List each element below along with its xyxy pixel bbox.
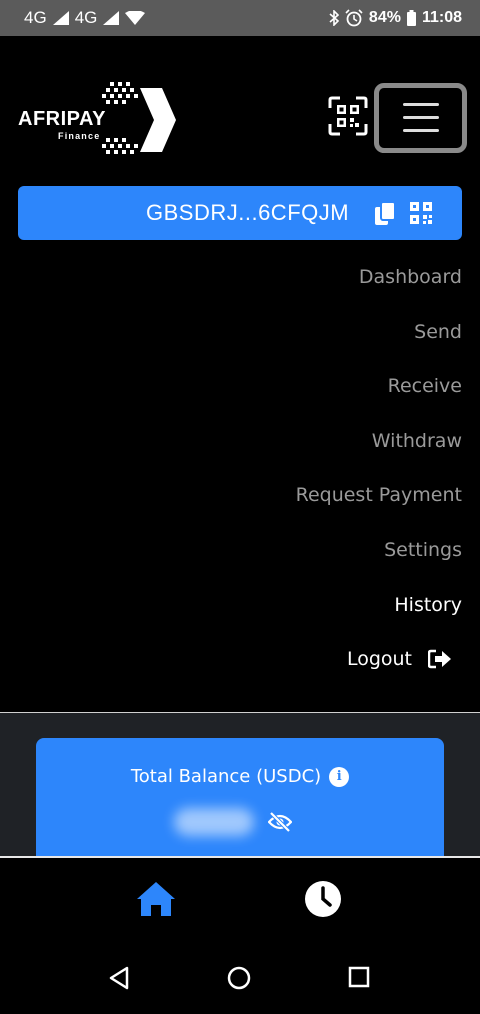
- network-label-1: 4G: [24, 8, 47, 27]
- hamburger-icon-line: [403, 116, 439, 119]
- copy-icon[interactable]: [375, 202, 397, 226]
- logo-arrow-icon: [102, 82, 176, 154]
- clock-time: 11:08: [421, 9, 462, 26]
- status-bar-right: 84% 11:08: [329, 9, 462, 27]
- hamburger-icon: [403, 103, 439, 106]
- balance-value-hidden: [174, 808, 254, 836]
- menu-item-settings[interactable]: Settings: [384, 539, 462, 561]
- home-circle-icon[interactable]: [227, 966, 251, 990]
- recents-icon[interactable]: [348, 966, 370, 988]
- balance-header: Total Balance (USDC) i: [36, 766, 444, 787]
- wallet-address-bar[interactable]: GBSDRJ...6CFQJM: [18, 186, 462, 240]
- menu-item-history[interactable]: History: [394, 594, 462, 616]
- menu-item-receive[interactable]: Receive: [388, 375, 462, 397]
- wallet-address: GBSDRJ...6CFQJM: [146, 200, 350, 225]
- status-bar-left: 4G 4G: [24, 8, 146, 28]
- menu-item-withdraw[interactable]: Withdraw: [372, 430, 462, 452]
- signal-icon: [103, 11, 120, 25]
- home-icon: [137, 882, 175, 916]
- menu-item-logout[interactable]: Logout: [347, 648, 452, 670]
- network-label-2: 4G: [74, 8, 98, 27]
- battery-percent: 84%: [368, 9, 401, 26]
- logo-text: AFRIPAY: [18, 108, 106, 130]
- menu-toggle-button[interactable]: [374, 83, 467, 153]
- back-icon[interactable]: [108, 966, 130, 990]
- android-nav-bar: [0, 942, 480, 1014]
- bottom-tab-bar: [0, 858, 480, 942]
- menu-item-send[interactable]: Send: [414, 321, 462, 343]
- menu-item-request-payment[interactable]: Request Payment: [296, 484, 462, 506]
- status-bar: 4G 4G 84% 11:08: [0, 0, 480, 36]
- logo-subtext: Finance: [58, 131, 101, 141]
- logout-label: Logout: [346, 648, 412, 670]
- app-header: AFRIPAY Finance: [0, 36, 480, 186]
- bluetooth-icon: [329, 10, 339, 26]
- info-icon[interactable]: i: [329, 766, 350, 787]
- balance-card: Total Balance (USDC) i: [36, 738, 444, 856]
- logout-icon: [428, 649, 451, 669]
- qr-scan-icon: [328, 96, 368, 136]
- tab-history[interactable]: [304, 880, 342, 922]
- clock-icon: [305, 881, 341, 917]
- balance-label: Total Balance (USDC): [130, 766, 322, 787]
- tab-home[interactable]: [136, 880, 176, 922]
- qr-scan-button[interactable]: [328, 96, 368, 136]
- hamburger-icon-line: [403, 129, 439, 132]
- eye-off-icon[interactable]: [268, 812, 292, 832]
- afripay-logo: AFRIPAY Finance: [18, 80, 183, 160]
- menu-item-dashboard[interactable]: Dashboard: [359, 266, 462, 288]
- signal-icon: [52, 11, 69, 25]
- alarm-icon: [345, 9, 363, 27]
- wifi-icon: [125, 11, 146, 25]
- dashboard-content: Total Balance (USDC) i: [0, 713, 480, 856]
- qr-code-icon[interactable]: [410, 202, 432, 224]
- battery-icon: [406, 10, 416, 26]
